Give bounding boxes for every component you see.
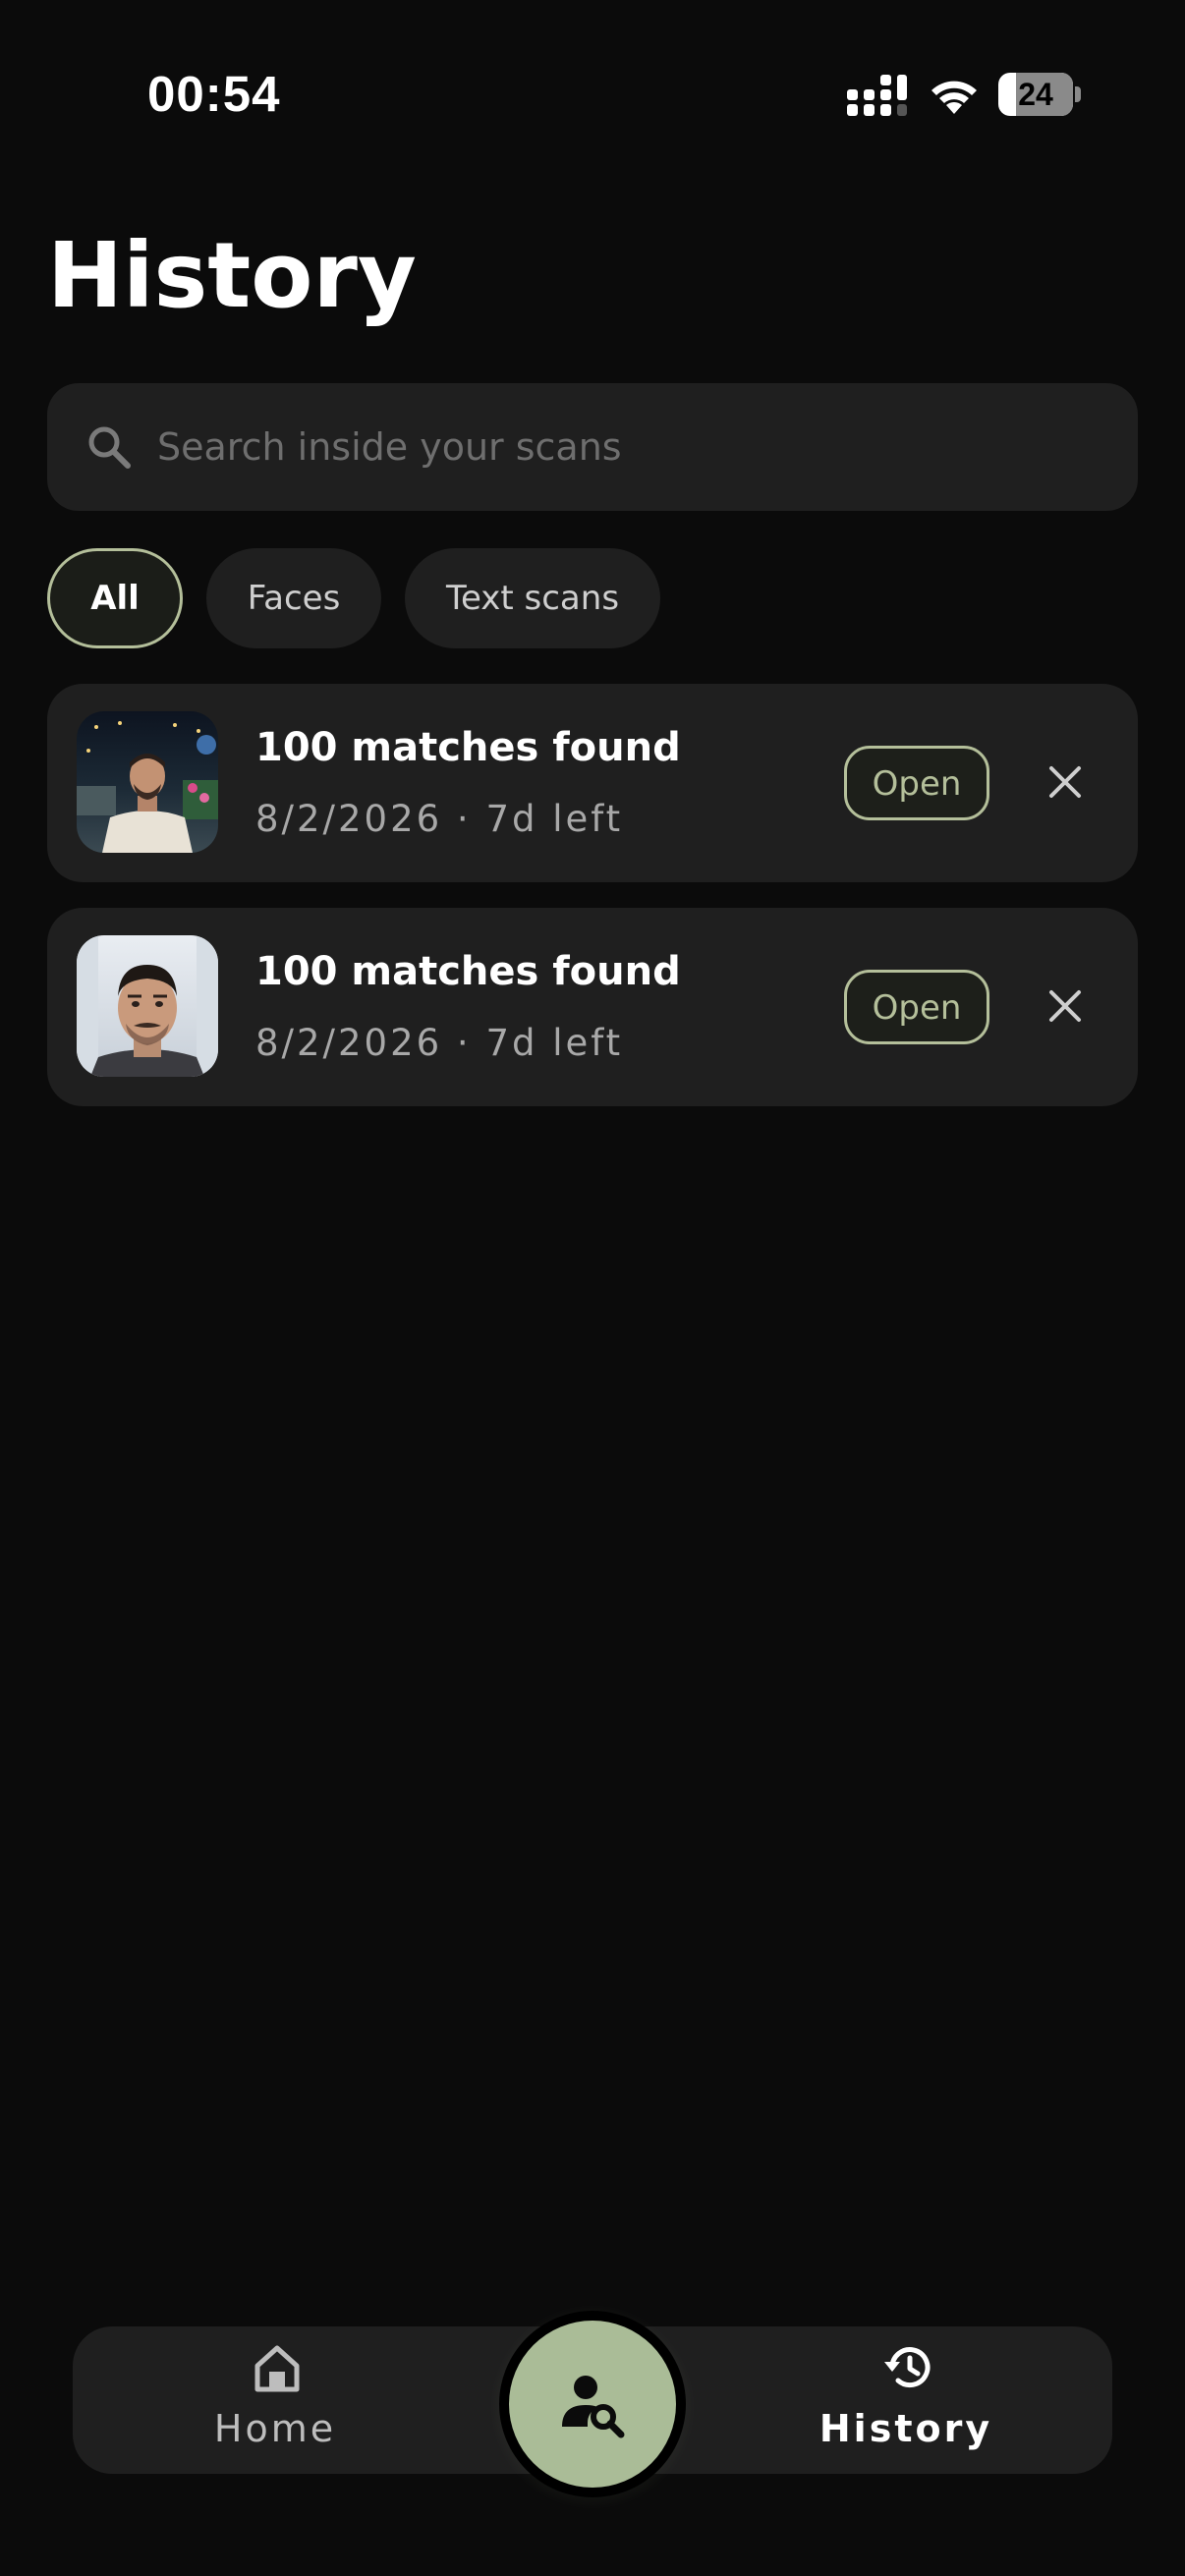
search-icon (88, 426, 131, 469)
scan-title: 100 matches found (255, 949, 681, 994)
man-at-night-party-photo (77, 711, 218, 853)
scan-card[interactable]: 100 matches found 8/2/2026 · 7d left Ope… (47, 684, 1138, 882)
battery-indicator: 24 (998, 73, 1081, 116)
nav-home-label: Home (213, 2407, 337, 2450)
scan-meta: 8/2/2026 · 7d left (255, 798, 624, 840)
filter-text-scans[interactable]: Text scans (405, 548, 660, 648)
status-time: 00:54 (147, 66, 281, 122)
open-button[interactable]: Open (844, 970, 989, 1044)
search-input[interactable] (157, 383, 1100, 511)
close-icon[interactable] (1045, 986, 1085, 1026)
home-icon (254, 2345, 300, 2392)
history-icon (884, 2347, 931, 2388)
face-search-icon (562, 2376, 625, 2438)
page-title: History (47, 223, 417, 328)
scan-card[interactable]: 100 matches found 8/2/2026 · 7d left Ope… (47, 908, 1138, 1106)
open-button[interactable]: Open (844, 746, 989, 820)
close-icon[interactable] (1045, 762, 1085, 802)
battery-level: 24 (1018, 77, 1053, 112)
scan-thumbnail (77, 935, 218, 1077)
status-bar: 00:54 24 (0, 0, 1185, 187)
nav-home[interactable]: Home (128, 2326, 423, 2474)
scan-title: 100 matches found (255, 725, 681, 770)
filter-all[interactable]: All (47, 548, 183, 648)
scan-meta: 8/2/2026 · 7d left (255, 1022, 624, 1064)
face-search-button[interactable] (499, 2311, 686, 2497)
search-bar[interactable] (47, 383, 1138, 511)
cellular-signal-icon (847, 75, 907, 116)
man-face-selfie-photo (77, 935, 218, 1077)
scan-thumbnail (77, 711, 218, 853)
nav-history-label: History (818, 2407, 993, 2450)
nav-history[interactable]: History (759, 2326, 1053, 2474)
wifi-icon (931, 81, 977, 114)
filter-faces[interactable]: Faces (206, 548, 381, 648)
